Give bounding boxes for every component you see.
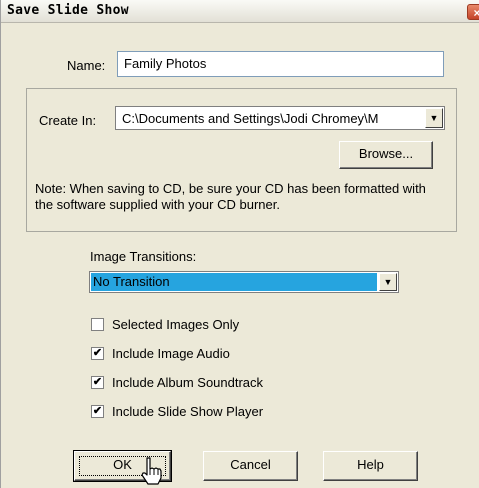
name-input[interactable]: Family Photos [117,51,444,77]
option-label: Include Album Soundtrack [112,375,264,390]
image-transitions-select[interactable]: No Transition ▼ [89,271,399,293]
help-button[interactable]: Help [323,451,418,481]
create-in-dropdown-button[interactable]: ▼ [425,108,443,128]
checkbox-selected-images-only[interactable] [91,318,104,331]
dialog-title: Save Slide Show [7,3,129,18]
image-transitions-label: Image Transitions: [90,249,197,264]
name-label: Name: [67,58,106,73]
title-bar[interactable]: Save Slide Show × [1,0,479,23]
checkbox-include-slide-show-player[interactable]: ✔ [91,405,104,418]
browse-button[interactable]: Browse... [339,141,433,169]
cancel-button[interactable]: Cancel [203,451,298,481]
checkmark-icon: ✔ [92,405,103,417]
create-in-label: Create In: [39,113,97,128]
checkmark-icon: ✔ [92,347,103,359]
hand-pointer-icon [141,457,162,485]
create-in-value: C:\Documents and Settings\Jodi Chromey\M [122,111,379,126]
checkbox-include-image-audio[interactable]: ✔ [91,347,104,360]
image-transitions-dropdown-button[interactable]: ▼ [379,273,397,291]
chevron-down-icon: ▼ [429,113,439,123]
cd-note: Note: When saving to CD, be sure your CD… [35,181,426,212]
save-slide-show-dialog: Save Slide Show × Name: Family Photos Cr… [0,0,479,488]
close-icon: × [473,6,479,20]
option-label: Selected Images Only [112,317,240,332]
ok-label: OK [113,457,132,472]
image-transitions-value: No Transition [91,273,377,291]
option-label: Include Slide Show Player [112,404,264,419]
checkbox-include-album-soundtrack[interactable]: ✔ [91,376,104,389]
option-label: Include Image Audio [112,346,230,361]
chevron-down-icon: ▼ [383,277,393,287]
close-button[interactable]: × [467,4,479,20]
create-in-select[interactable]: C:\Documents and Settings\Jodi Chromey\M… [115,106,445,130]
checkmark-icon: ✔ [92,376,103,388]
